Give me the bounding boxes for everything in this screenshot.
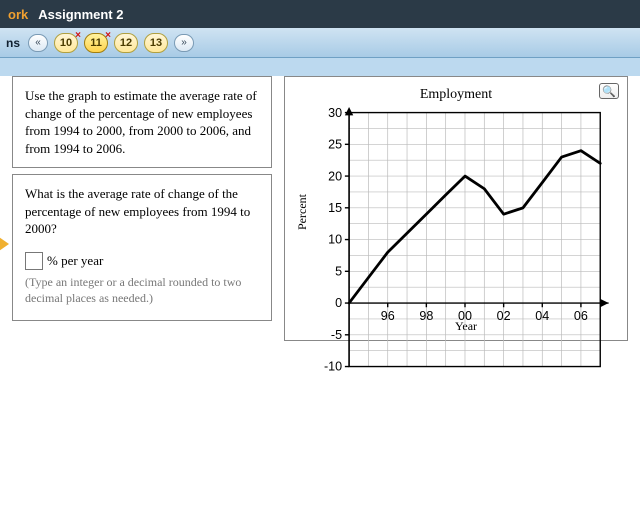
svg-text:04: 04 [535, 309, 549, 323]
answer-unit: % per year [47, 252, 103, 270]
y-axis-label: Percent [295, 107, 310, 317]
svg-text:20: 20 [328, 169, 342, 183]
svg-text:-10: -10 [324, 360, 342, 374]
svg-text:02: 02 [497, 309, 511, 323]
question-pill-13[interactable]: 13 [144, 33, 168, 53]
app-header: ork Assignment 2 [0, 0, 640, 28]
graph-card: 🔍 Employment Percent -10-505101520253096… [284, 76, 628, 341]
assignment-title: Assignment 2 [38, 7, 123, 22]
svg-text:0: 0 [335, 296, 342, 310]
svg-text:25: 25 [328, 138, 342, 152]
instruction-card: Use the graph to estimate the average ra… [12, 76, 272, 168]
header-left-fragment: ork [8, 7, 28, 22]
svg-text:30: 30 [328, 107, 342, 120]
wrong-icon: × [105, 30, 111, 41]
instruction-text: Use the graph to estimate the average ra… [25, 88, 257, 156]
zoom-icon[interactable]: 🔍 [599, 83, 619, 99]
content-area: Use the graph to estimate the average ra… [0, 76, 640, 353]
svg-text:06: 06 [574, 309, 588, 323]
nav-next-button[interactable]: » [174, 34, 194, 52]
svg-text:96: 96 [381, 309, 395, 323]
answer-input[interactable] [25, 252, 43, 270]
question-pill-10[interactable]: 10× [54, 33, 78, 53]
question-nav: ns « 10× 11× 12 13 » [0, 28, 640, 58]
nav-first-button[interactable]: « [28, 34, 48, 52]
svg-text:10: 10 [328, 233, 342, 247]
svg-text:00: 00 [458, 309, 472, 323]
chart-plot: -10-5051015202530969800020406 [310, 107, 617, 317]
question-pill-12[interactable]: 12 [114, 33, 138, 53]
question-card: What is the average rate of change of th… [12, 174, 272, 321]
svg-text:15: 15 [328, 201, 342, 215]
wrong-icon: × [75, 30, 81, 41]
question-pill-11[interactable]: 11× [84, 33, 108, 53]
svg-text:-5: -5 [331, 328, 342, 342]
question-text: What is the average rate of change of th… [25, 185, 259, 238]
current-question-arrow-icon [0, 237, 9, 251]
svg-text:5: 5 [335, 264, 342, 278]
chart-title: Employment [295, 87, 617, 103]
svg-text:98: 98 [419, 309, 433, 323]
nav-label: ns [6, 36, 22, 50]
answer-hint: (Type an integer or a decimal rounded to… [25, 274, 259, 306]
